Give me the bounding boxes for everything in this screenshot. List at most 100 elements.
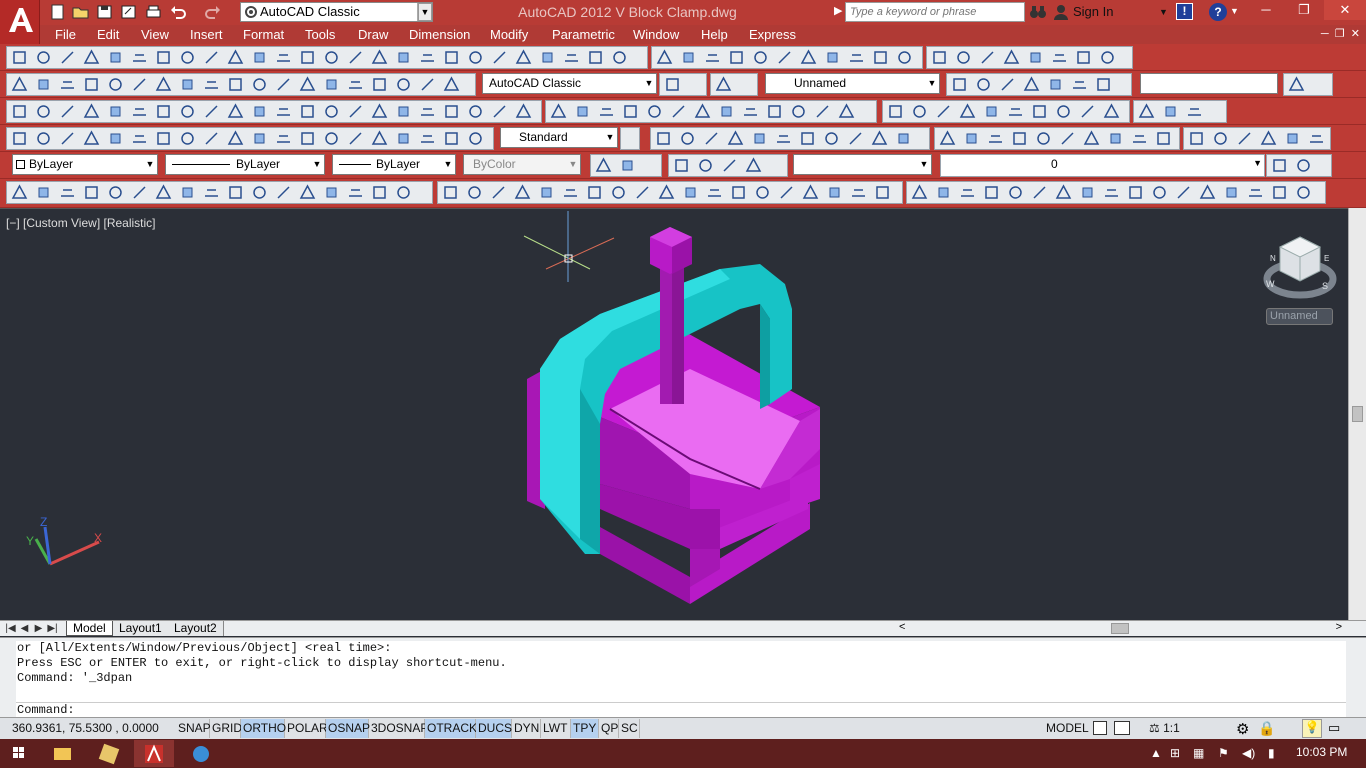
toolbar-tool-icon[interactable] — [107, 184, 124, 201]
toolbar-tool-icon[interactable] — [395, 49, 412, 66]
toolbar-tool-icon[interactable] — [983, 184, 1000, 201]
toolbar-tool-icon[interactable] — [131, 184, 148, 201]
toolbar-tool-icon[interactable] — [1055, 103, 1072, 120]
toolbar-tool-icon[interactable] — [706, 184, 723, 201]
toolbar-tool-icon[interactable] — [1199, 184, 1216, 201]
toolbar-tool-icon[interactable] — [1031, 184, 1048, 201]
help-icon[interactable]: ? — [1209, 3, 1227, 21]
open-icon[interactable] — [72, 4, 89, 20]
toolbar-tool-icon[interactable] — [1023, 76, 1040, 93]
toolbar-tool-icon[interactable] — [1103, 184, 1120, 201]
toggle-otrack[interactable]: OTRACK — [425, 719, 477, 738]
minimize-button[interactable]: ─ — [1247, 0, 1285, 20]
toolbar-tool-icon[interactable] — [107, 49, 124, 66]
toolbar-tool-icon[interactable] — [1212, 130, 1229, 147]
last-tab-icon[interactable]: ▶| — [47, 622, 58, 635]
toolbar-tool-icon[interactable] — [107, 130, 124, 147]
toolbar-tool-icon[interactable] — [395, 184, 412, 201]
toggle-sc[interactable]: SC — [619, 719, 640, 738]
toolbar-tool-icon[interactable] — [935, 184, 952, 201]
quick-view-layouts-icon[interactable] — [1093, 721, 1107, 735]
toolbar-tool-icon[interactable] — [83, 184, 100, 201]
expand-icon[interactable]: ▶ — [834, 4, 842, 17]
toolbar-tool-icon[interactable] — [203, 103, 220, 120]
toolbar-tool-icon[interactable] — [959, 184, 976, 201]
toolbar-tool-icon[interactable] — [467, 103, 484, 120]
toolbar-tool-icon[interactable] — [1047, 76, 1064, 93]
toolbar-tool-icon[interactable] — [1247, 184, 1264, 201]
toolbar-tool-icon[interactable] — [1107, 130, 1124, 147]
toolbar-tool-icon[interactable] — [227, 76, 244, 93]
toolbar-tool-icon[interactable] — [1035, 130, 1052, 147]
exchange-icon[interactable]: ! — [1176, 3, 1193, 20]
toolbar-tool-icon[interactable] — [251, 184, 268, 201]
toolbar-tool-icon[interactable] — [466, 184, 483, 201]
toolbar-tool-icon[interactable] — [1186, 103, 1203, 120]
view-scale-combo[interactable]: ▼ — [793, 154, 932, 175]
customize-qat-button[interactable]: ▼ — [418, 3, 432, 21]
toggle-ortho[interactable]: ORTHO — [241, 719, 286, 738]
first-tab-icon[interactable]: |◀ — [5, 622, 16, 635]
toolbar-tool-icon[interactable] — [83, 130, 100, 147]
toolbar-tool-icon[interactable] — [323, 76, 340, 93]
vertical-scrollbar[interactable] — [1348, 208, 1366, 620]
toolbar-tool-icon[interactable] — [800, 49, 817, 66]
toolbar-tool-icon[interactable] — [179, 184, 196, 201]
toolbar-tool-icon[interactable] — [155, 130, 172, 147]
toolbar-tool-icon[interactable] — [826, 184, 843, 201]
toolbar-tool-icon[interactable] — [515, 49, 532, 66]
toolbar-tool-icon[interactable] — [515, 103, 532, 120]
toolbar-tool-icon[interactable] — [419, 130, 436, 147]
toolbar-tool-icon[interactable] — [658, 184, 675, 201]
model-space-button[interactable]: MODEL — [1046, 719, 1089, 738]
save-as-icon[interactable] — [120, 4, 137, 20]
toolbar-tool-icon[interactable] — [730, 184, 747, 201]
toggle-snap[interactable]: SNAP — [176, 719, 211, 738]
toggle-dyn[interactable]: DYN — [512, 719, 541, 738]
toolbar-tool-icon[interactable] — [443, 130, 460, 147]
toolbar-tool-icon[interactable] — [1079, 184, 1096, 201]
toolbar-tool-icon[interactable] — [979, 49, 996, 66]
workspace-combo[interactable]: AutoCAD Classic ▼ — [240, 2, 433, 22]
prev-tab-icon[interactable]: ◀ — [19, 622, 30, 635]
toolbar-tool-icon[interactable] — [1223, 184, 1240, 201]
toolbar-tool-icon[interactable] — [1138, 103, 1155, 120]
toolbar-tool-icon[interactable] — [371, 130, 388, 147]
folder-icon[interactable]: ▦ — [1193, 746, 1204, 760]
sign-in-area[interactable]: Sign In ▼ — [1029, 2, 1171, 22]
quick-view-drawings-icon[interactable] — [1114, 721, 1130, 735]
toolbar-tool-icon[interactable] — [347, 103, 364, 120]
fullscreen-icon[interactable]: ▭ — [1328, 720, 1340, 736]
autocad-taskbar-icon[interactable] — [134, 740, 174, 767]
menu-tools[interactable]: Tools — [305, 27, 335, 42]
toolbar-tool-icon[interactable] — [491, 49, 508, 66]
toolbar-tool-icon[interactable] — [467, 49, 484, 66]
toolbar-tool-icon[interactable] — [598, 103, 615, 120]
toolbar-tool-icon[interactable] — [275, 103, 292, 120]
toolbar-tool-icon[interactable] — [107, 76, 124, 93]
toolbar-tool-icon[interactable] — [131, 49, 148, 66]
toolbar-tool-icon[interactable] — [59, 184, 76, 201]
scroll-thumb[interactable] — [1111, 623, 1129, 634]
toolbar-tool-icon[interactable] — [939, 130, 956, 147]
toolbar-tool-icon[interactable] — [251, 130, 268, 147]
toolbar-tool-icon[interactable] — [850, 184, 867, 201]
toolbar-tool-icon[interactable] — [11, 130, 28, 147]
toolbar-tool-icon[interactable] — [848, 49, 865, 66]
text-style-combo[interactable]: Standard ▼ — [500, 127, 618, 148]
toolbar-tool-icon[interactable] — [871, 130, 888, 147]
drawing-viewport[interactable]: [−] [Custom View] [Realistic] X Y Z W S … — [0, 208, 1348, 620]
menu-window[interactable]: Window — [633, 27, 679, 42]
toolbar-tool-icon[interactable] — [745, 157, 762, 174]
toolbar-tool-icon[interactable] — [59, 103, 76, 120]
toolbar-tool-icon[interactable] — [155, 49, 172, 66]
toolbar-tool-icon[interactable] — [490, 184, 507, 201]
toolbar-tool-icon[interactable] — [203, 130, 220, 147]
toolbar-tool-icon[interactable] — [587, 49, 604, 66]
toolbar-tool-icon[interactable] — [155, 76, 172, 93]
toolbar-tool-icon[interactable] — [715, 76, 732, 93]
chevron-down-icon[interactable]: ▼ — [1230, 6, 1239, 16]
toolbar-tool-icon[interactable] — [299, 103, 316, 120]
toolbar-tool-icon[interactable] — [179, 103, 196, 120]
toolbar-tool-icon[interactable] — [443, 103, 460, 120]
